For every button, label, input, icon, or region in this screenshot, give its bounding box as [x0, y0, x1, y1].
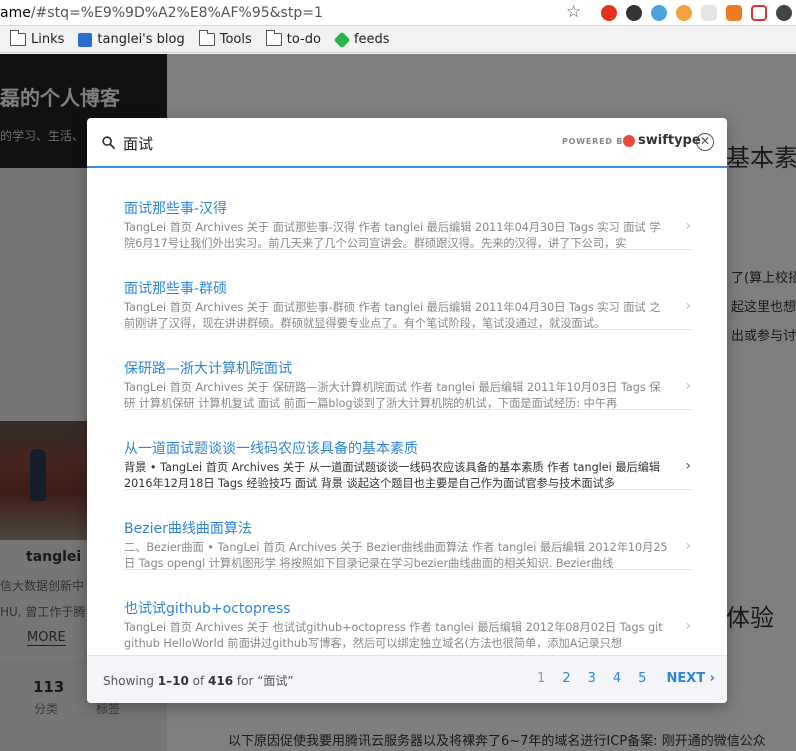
next-page-button[interactable]: NEXT ›: [666, 671, 715, 686]
translate-extension-icon[interactable]: [675, 4, 692, 21]
pagination: 1 2 3 4 5 NEXT ›: [520, 671, 715, 686]
result-snippet: TangLei 首页 Archives 关于 也试试github+octopre…: [124, 621, 663, 650]
url-host: ame: [0, 4, 31, 21]
result-snippet: TangLei 首页 Archives 关于 保研路—浙大计算机院面试 作者 t…: [124, 381, 661, 410]
bookmark-star-icon[interactable]: ☆: [566, 4, 584, 21]
result-item[interactable]: 面试那些事-汉得 TangLei 首页 Archives 关于 面试那些事-汉得…: [124, 170, 691, 250]
evernote-extension-icon[interactable]: [625, 4, 642, 21]
chevron-right-icon: ›: [685, 538, 691, 554]
bookmark-tanglei-blog[interactable]: tanglei's blog: [78, 32, 185, 47]
bookmark-label: Links: [31, 32, 65, 47]
bookmarks-bar: Links tanglei's blog Tools to-do feeds: [0, 27, 796, 53]
bookmark-links[interactable]: Links: [10, 30, 65, 47]
coffee-extension-icon[interactable]: [775, 4, 792, 21]
bookmark-to-do[interactable]: to-do: [265, 30, 321, 47]
folder-icon: [265, 30, 282, 46]
plus-extension-icon[interactable]: [750, 4, 767, 21]
result-title[interactable]: 面试那些事-群硕: [124, 278, 227, 298]
vimium-extension-icon[interactable]: [650, 4, 667, 21]
folder-icon: [10, 30, 26, 46]
search-modal: POWERED BY swiftype ✕ 面试那些事-汉得 TangLei 首…: [87, 118, 727, 703]
page-link[interactable]: 4: [613, 671, 621, 686]
close-icon[interactable]: ✕: [696, 133, 714, 151]
result-snippet: TangLei 首页 Archives 关于 面试那些事-汉得 作者 tangl…: [124, 221, 661, 250]
page-link[interactable]: 5: [638, 671, 646, 686]
url-path: /#stq=%E9%9D%A2%E8%AF%95&stp=1: [30, 4, 323, 21]
folder-icon: [198, 30, 215, 46]
ghostery-extension-icon[interactable]: [700, 4, 717, 21]
weibo-extension-icon[interactable]: [725, 4, 742, 21]
powered-by-label: POWERED BY: [562, 137, 630, 146]
summary-total: 416: [208, 674, 234, 688]
page-link[interactable]: 2: [562, 671, 570, 686]
bookmark-label: Tools: [219, 32, 252, 47]
summary-prefix: Showing: [103, 674, 158, 688]
result-title[interactable]: 也试试github+octopress: [124, 598, 290, 618]
bookmark-label: tanglei's blog: [97, 32, 185, 47]
bookmark-tools[interactable]: Tools: [198, 30, 252, 47]
chevron-right-icon: ›: [685, 378, 691, 394]
chevron-right-icon: ›: [685, 618, 691, 634]
swiftype-brand: swiftype: [638, 133, 701, 148]
search-icon: [102, 136, 115, 149]
result-item[interactable]: 也试试github+octopress TangLei 首页 Archives …: [124, 570, 691, 650]
results-summary: Showing 1–10 of 416 for “面试”: [103, 672, 294, 689]
result-item[interactable]: Bezier曲线曲面算法 二、Bezier曲面 • TangLei 首页 Arc…: [124, 490, 691, 570]
bookmark-feeds[interactable]: feeds: [333, 31, 390, 48]
results-footer: Showing 1–10 of 416 for “面试” 1 2 3 4 5 N…: [87, 655, 727, 703]
summary-query: for “面试”: [233, 674, 294, 688]
result-snippet: 背景 • TangLei 首页 Archives 关于 从一道面试题谈谈一线码农…: [124, 461, 661, 490]
opera-extension-icon[interactable]: [600, 4, 617, 21]
result-item[interactable]: 面试那些事-群硕 TangLei 首页 Archives 关于 面试那些事-群硕…: [124, 250, 691, 330]
chevron-right-icon: ›: [685, 218, 691, 234]
next-label: NEXT: [666, 671, 706, 686]
page-link[interactable]: 3: [588, 671, 596, 686]
chevron-right-icon: ›: [709, 671, 715, 686]
bookmark-label: feeds: [353, 32, 390, 47]
url-text[interactable]: ame/#stq=%E9%9D%A2%E8%AF%95&stp=1: [0, 5, 566, 21]
result-title[interactable]: Bezier曲线曲面算法: [124, 518, 252, 538]
feedly-icon: [333, 31, 351, 48]
result-title[interactable]: 保研路—浙大计算机院面试: [124, 358, 292, 378]
search-results: 面试那些事-汉得 TangLei 首页 Archives 关于 面试那些事-汉得…: [87, 170, 727, 655]
swiftype-bolt-icon: [623, 134, 635, 147]
result-snippet: 二、Bezier曲面 • TangLei 首页 Archives 关于 Bezi…: [124, 541, 668, 570]
swiftype-logo[interactable]: swiftype: [623, 133, 701, 148]
result-title[interactable]: 面试那些事-汉得: [124, 198, 227, 218]
result-title[interactable]: 从一道面试题谈谈一线码农应该具备的基本素质: [124, 438, 418, 458]
page-link-current[interactable]: 1: [537, 671, 545, 686]
search-bar: POWERED BY swiftype ✕: [87, 118, 727, 168]
search-input[interactable]: [123, 132, 543, 154]
chevron-right-icon: ›: [685, 458, 691, 474]
blog-favicon-icon: [78, 32, 93, 47]
chevron-right-icon: ›: [685, 298, 691, 314]
bookmark-label: to-do: [286, 32, 321, 47]
summary-range: 1–10: [157, 674, 189, 688]
address-bar[interactable]: ame/#stq=%E9%9D%A2%E8%AF%95&stp=1 ☆: [0, 0, 796, 26]
summary-of: of: [188, 674, 209, 688]
result-item[interactable]: 保研路—浙大计算机院面试 TangLei 首页 Archives 关于 保研路—…: [124, 330, 691, 410]
result-snippet: TangLei 首页 Archives 关于 面试那些事-群硕 作者 tangl…: [124, 301, 661, 330]
result-item-active[interactable]: 从一道面试题谈谈一线码农应该具备的基本素质 背景 • TangLei 首页 Ar…: [124, 410, 691, 490]
